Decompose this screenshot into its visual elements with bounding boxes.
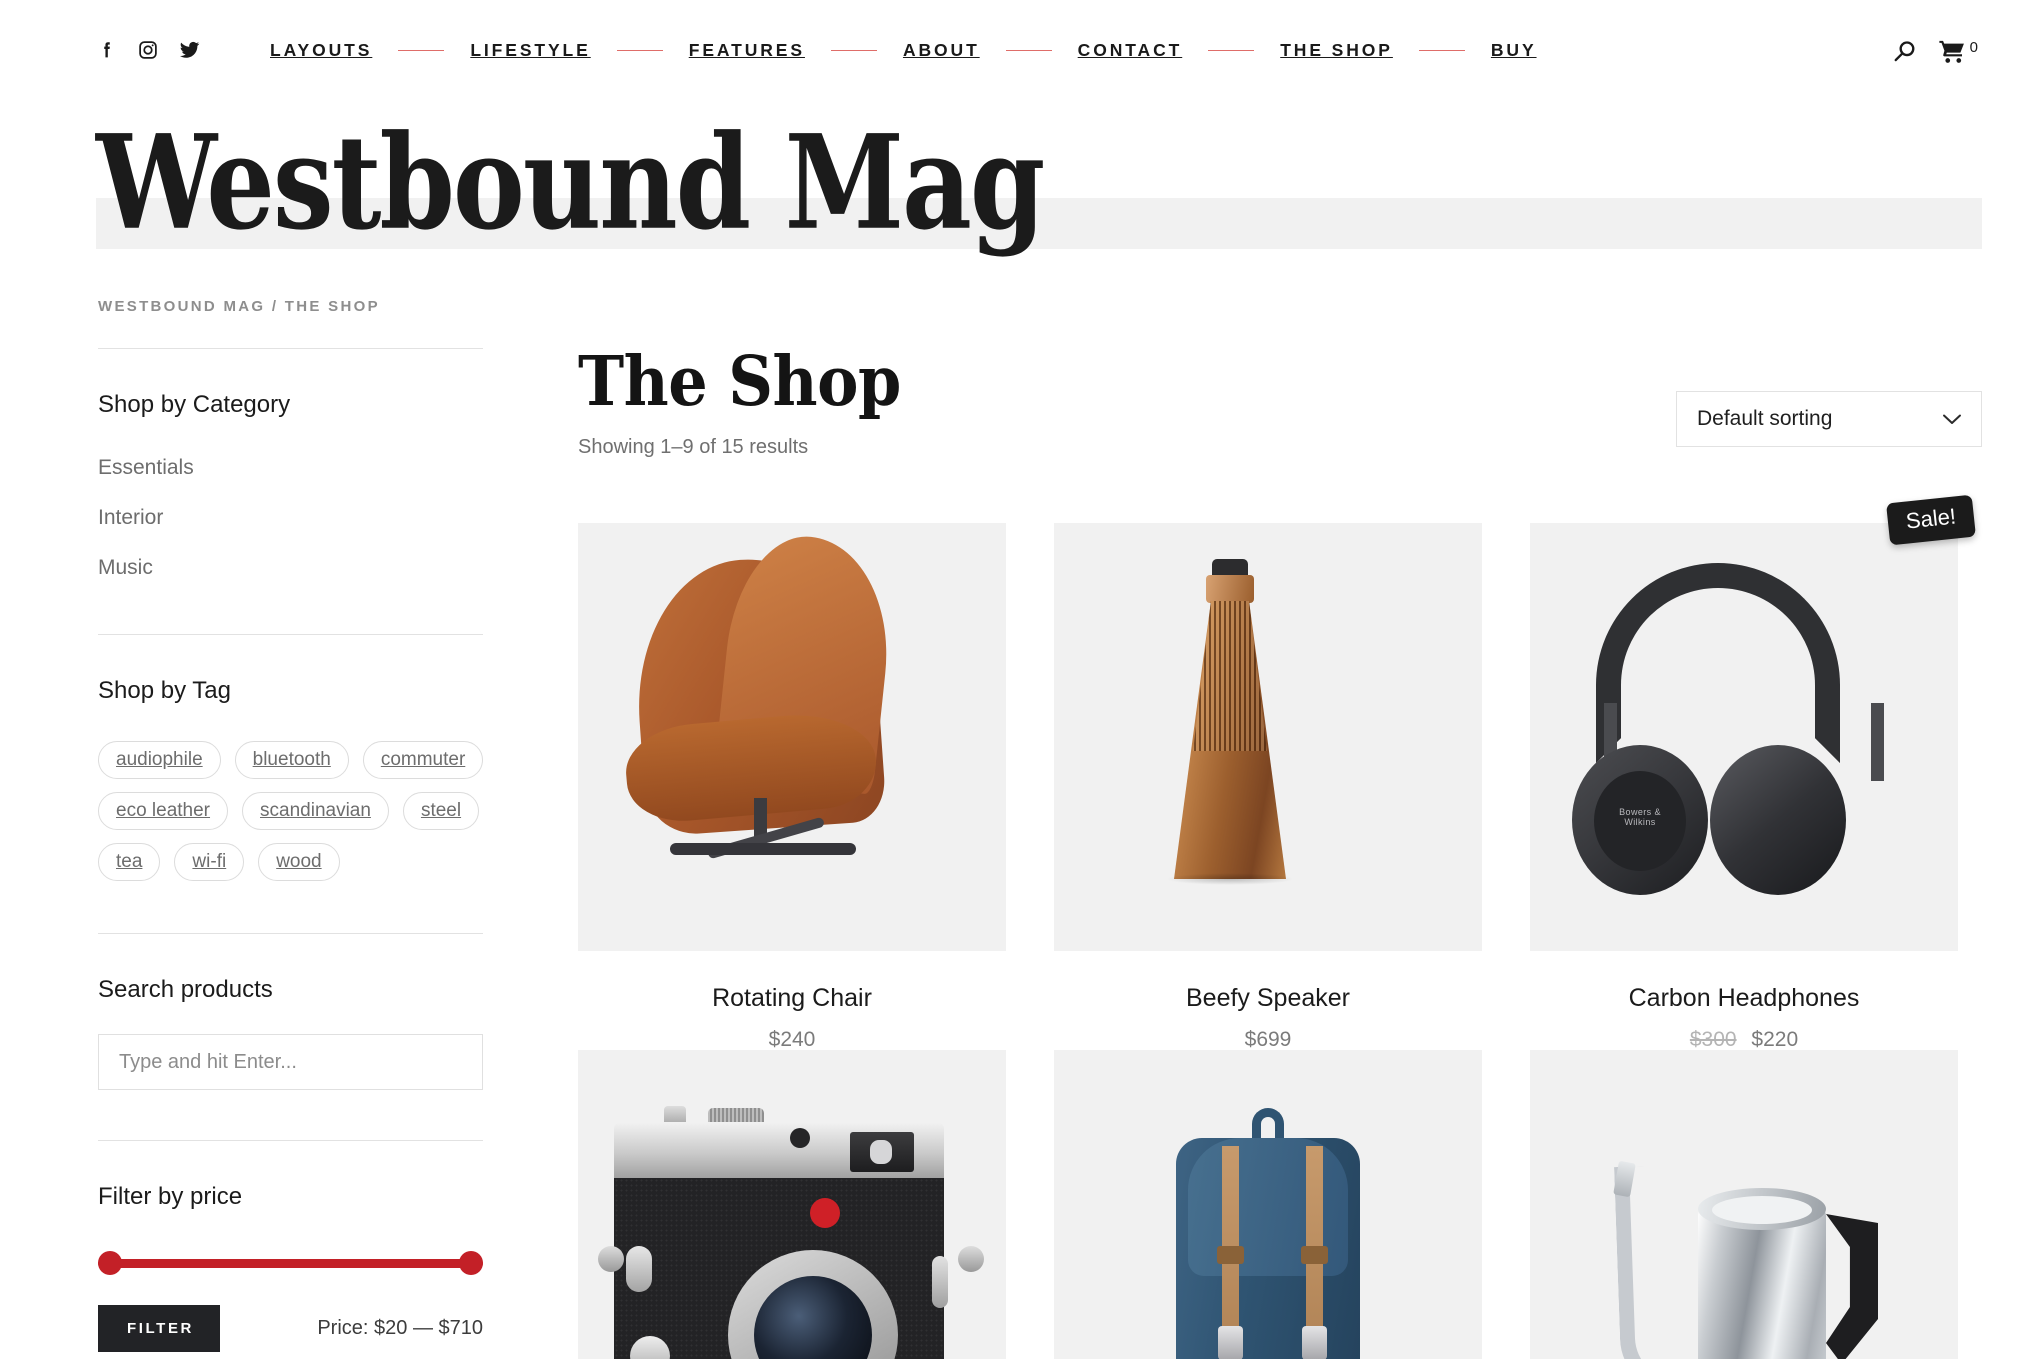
- price-slider-handle-min[interactable]: [98, 1251, 122, 1275]
- product-name: Beefy Speaker: [1186, 984, 1350, 1012]
- widget-title-tag: Shop by Tag: [98, 677, 231, 704]
- product-image[interactable]: Bowers & Wilkins: [1530, 523, 1958, 951]
- nav-item-layouts[interactable]: LAYOUTS: [270, 41, 372, 60]
- product-name: Rotating Chair: [712, 984, 872, 1012]
- cart-button[interactable]: 0: [1938, 38, 1978, 65]
- twitter-icon[interactable]: [178, 38, 201, 61]
- tag-audiophile[interactable]: audiophile: [98, 741, 221, 779]
- price-range-label: Price: $20 — $710: [317, 1317, 483, 1339]
- tag-scandinavian[interactable]: scandinavian: [242, 792, 389, 830]
- product-current-price: $220: [1751, 1028, 1799, 1051]
- facebook-icon[interactable]: [96, 39, 118, 61]
- nav-separator: [1208, 50, 1255, 52]
- product-price: $240: [578, 1029, 1006, 1050]
- speaker-illustration: [1054, 523, 1482, 951]
- nav-item-lifestyle[interactable]: LIFESTYLE: [470, 41, 590, 60]
- site-logo[interactable]: Westbound Mag: [96, 117, 1045, 248]
- tag-steel[interactable]: steel: [402, 792, 480, 830]
- main-navigation: LAYOUTS LIFESTYLE FEATURES ABOUT CONTACT…: [270, 41, 1537, 60]
- product-name: Carbon Headphones: [1628, 984, 1860, 1012]
- tag-cloud: audiophile bluetooth commuter eco leathe…: [98, 741, 488, 881]
- tag-commuter[interactable]: commuter: [362, 741, 484, 779]
- social-links: [96, 38, 201, 61]
- product-card[interactable]: [578, 1050, 1006, 1359]
- cart-count-badge: 0: [1969, 39, 1978, 56]
- nav-item-about[interactable]: ABOUT: [903, 41, 980, 60]
- headphones-brand-text: Bowers & Wilkins: [1619, 807, 1661, 827]
- product-old-price: $300: [1689, 1028, 1737, 1051]
- product-card[interactable]: Sale! Bowers & Wilkins Carbon Headphones: [1530, 494, 1976, 1050]
- nav-item-the-shop[interactable]: THE SHOP: [1280, 41, 1393, 60]
- nav-item-buy[interactable]: BUY: [1491, 41, 1537, 60]
- price-range-slider[interactable]: [98, 1251, 483, 1275]
- tag-wi-fi[interactable]: wi-fi: [174, 843, 245, 881]
- widget-title-search: Search products: [98, 976, 273, 1003]
- site-header: LAYOUTS LIFESTYLE FEATURES ABOUT CONTACT…: [0, 0, 2038, 116]
- price-filter-row: FILTER Price: $20 — $710: [98, 1305, 483, 1352]
- divider: [98, 1140, 483, 1141]
- product-price: $699: [1054, 1029, 1482, 1050]
- category-item-essentials[interactable]: Essentials: [98, 457, 483, 478]
- divider: [98, 634, 483, 635]
- product-card[interactable]: Beefy Speaker $699: [1054, 523, 1482, 1050]
- shop-sidebar: Shop by Category Essentials Interior Mus…: [98, 348, 484, 1352]
- tag-eco-leather[interactable]: eco leather: [98, 792, 229, 830]
- filter-button[interactable]: FILTER: [98, 1305, 220, 1352]
- widget-title-price: Filter by price: [98, 1183, 243, 1210]
- nav-separator: [616, 50, 663, 52]
- product-current-price: $699: [1244, 1028, 1292, 1051]
- nav-separator: [1418, 50, 1465, 52]
- nav-separator: [830, 50, 877, 52]
- chevron-down-icon: [1943, 414, 1961, 424]
- shop-main: The Shop Showing 1–9 of 15 results Defau…: [578, 347, 1982, 1359]
- category-item-music[interactable]: Music: [98, 557, 483, 578]
- sale-badge: Sale!: [1885, 494, 1976, 546]
- product-image[interactable]: [1054, 1050, 1482, 1359]
- chair-illustration: [578, 523, 1006, 951]
- teapot-illustration: [1530, 1050, 1958, 1359]
- product-image[interactable]: [1054, 523, 1482, 951]
- product-card[interactable]: [1530, 1050, 1958, 1359]
- product-grid: Rotating Chair $240 Beefy Speaker $699 S…: [578, 494, 1976, 1359]
- product-current-price: $240: [768, 1028, 816, 1051]
- backpack-illustration: [1054, 1050, 1482, 1359]
- nav-separator: [1005, 50, 1052, 52]
- search-products-input[interactable]: [98, 1034, 483, 1090]
- product-image[interactable]: [1530, 1050, 1958, 1359]
- nav-item-features[interactable]: FEATURES: [689, 41, 805, 60]
- tag-bluetooth[interactable]: bluetooth: [234, 741, 349, 779]
- category-list: Essentials Interior Music: [98, 457, 483, 578]
- search-icon[interactable]: [1891, 38, 1918, 70]
- tag-wood[interactable]: wood: [258, 843, 340, 881]
- tag-tea[interactable]: tea: [98, 843, 161, 881]
- shop-page: LAYOUTS LIFESTYLE FEATURES ABOUT CONTACT…: [0, 0, 2038, 1359]
- headphones-illustration: Bowers & Wilkins: [1530, 523, 1958, 951]
- product-image[interactable]: [578, 1050, 1006, 1359]
- sorting-selected-value: Default sorting: [1697, 407, 1833, 430]
- product-price: $300 $220: [1530, 1029, 1958, 1050]
- instagram-icon[interactable]: [137, 39, 159, 61]
- product-image[interactable]: [578, 523, 1006, 951]
- camera-illustration: [578, 1050, 1006, 1359]
- product-card[interactable]: Rotating Chair $240: [578, 523, 1006, 1050]
- divider: [98, 933, 483, 934]
- nav-separator: [398, 50, 445, 52]
- breadcrumb[interactable]: WESTBOUND MAG / THE SHOP: [98, 298, 380, 315]
- category-item-interior[interactable]: Interior: [98, 507, 483, 528]
- nav-item-contact[interactable]: CONTACT: [1078, 41, 1183, 60]
- widget-title-category: Shop by Category: [98, 391, 291, 418]
- product-card[interactable]: [1054, 1050, 1482, 1359]
- price-slider-handle-max[interactable]: [459, 1251, 483, 1275]
- sorting-select[interactable]: Default sorting: [1676, 391, 1982, 447]
- divider: [98, 348, 483, 349]
- header-tools: 0: [1891, 38, 1978, 70]
- price-slider-track[interactable]: [98, 1259, 483, 1268]
